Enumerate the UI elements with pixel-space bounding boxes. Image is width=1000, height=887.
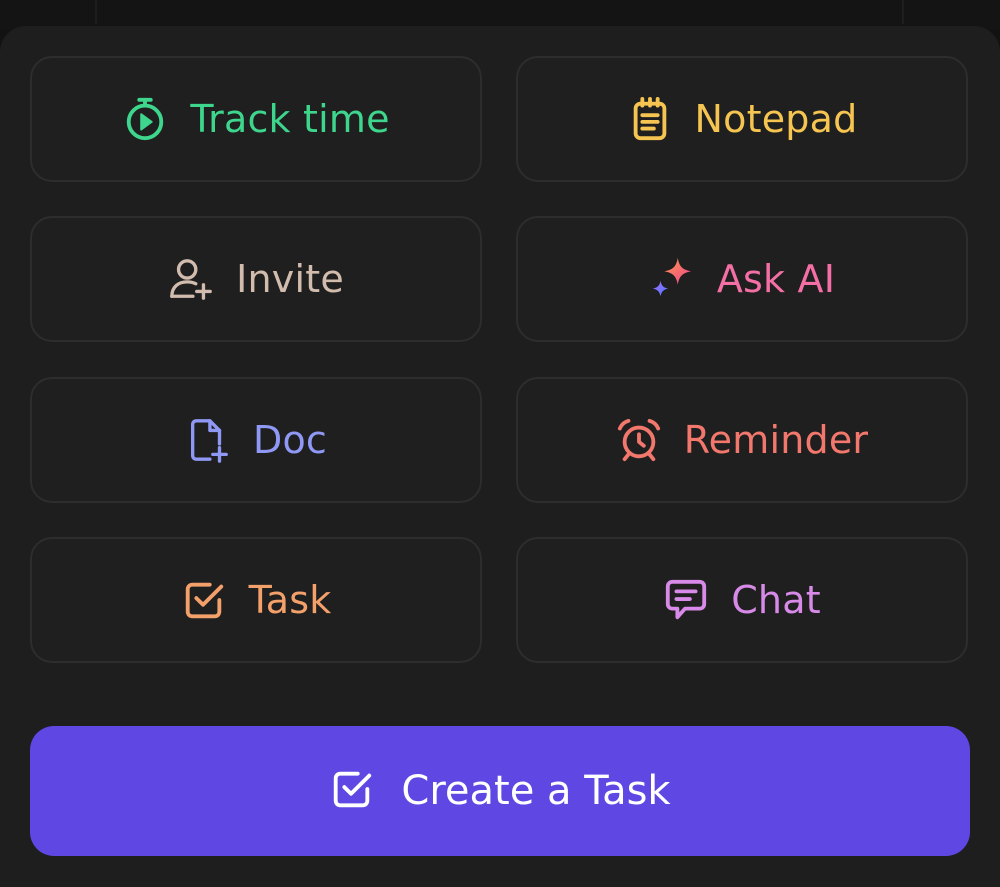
task-button[interactable]: Task xyxy=(30,537,482,663)
invite-label: Invite xyxy=(236,257,344,301)
ask-ai-button[interactable]: Ask AI xyxy=(516,216,968,342)
notepad-icon xyxy=(627,96,673,142)
doc-plus-icon xyxy=(185,417,231,463)
alarm-clock-icon xyxy=(616,417,662,463)
user-plus-icon xyxy=(168,256,214,302)
sparkles-icon xyxy=(649,256,695,302)
create-task-label: Create a Task xyxy=(401,768,671,814)
chat-bubble-icon xyxy=(663,577,709,623)
chat-label: Chat xyxy=(731,578,821,622)
checkbox-icon xyxy=(181,577,227,623)
invite-button[interactable]: Invite xyxy=(30,216,482,342)
track-time-label: Track time xyxy=(190,97,390,141)
reminder-label: Reminder xyxy=(683,418,869,462)
stopwatch-play-icon xyxy=(122,96,168,142)
background-divider xyxy=(95,0,97,24)
checkbox-icon xyxy=(329,766,375,816)
track-time-button[interactable]: Track time xyxy=(30,56,482,182)
chat-button[interactable]: Chat xyxy=(516,537,968,663)
notepad-button[interactable]: Notepad xyxy=(516,56,968,182)
doc-label: Doc xyxy=(252,418,327,462)
quick-actions-screen: Track time Notepad Invite Ask AI Doc Rem… xyxy=(0,0,1000,887)
doc-button[interactable]: Doc xyxy=(30,377,482,503)
reminder-button[interactable]: Reminder xyxy=(516,377,968,503)
create-task-button[interactable]: Create a Task xyxy=(30,726,970,856)
notepad-label: Notepad xyxy=(694,97,858,141)
background-divider xyxy=(902,0,904,24)
ask-ai-label: Ask AI xyxy=(716,257,836,301)
task-label: Task xyxy=(248,578,332,622)
